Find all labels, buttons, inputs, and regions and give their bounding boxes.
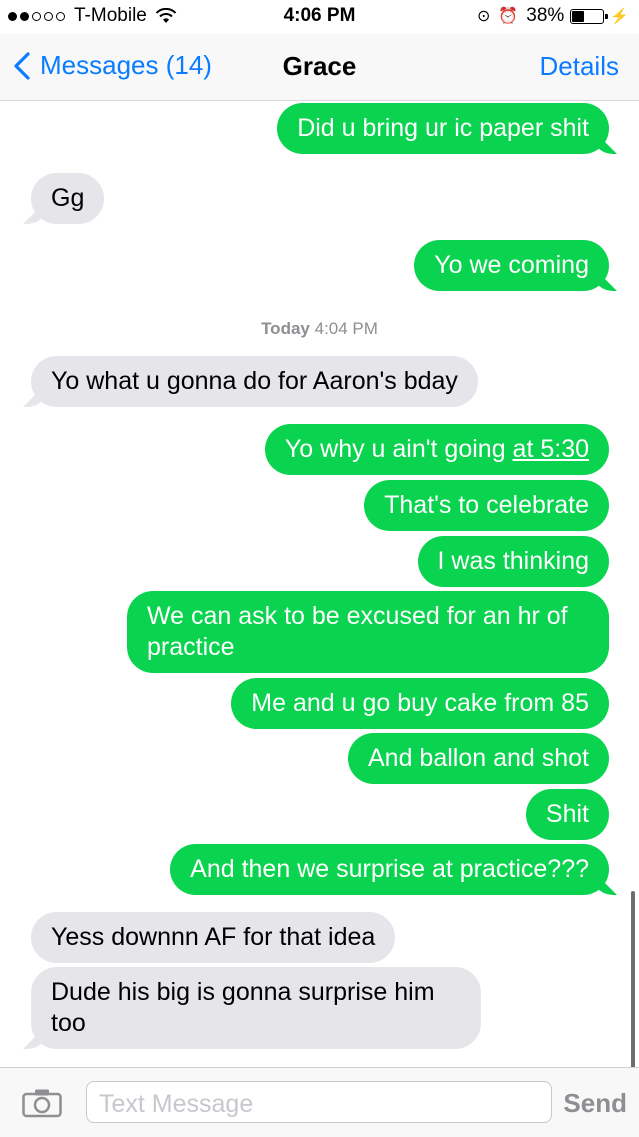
message-bubble-sent[interactable]: We can ask to be excused for an hr of pr… bbox=[127, 591, 609, 673]
nav-bar: Messages (14) Grace Details bbox=[0, 34, 639, 101]
timestamp-time: 4:04 PM bbox=[314, 319, 378, 338]
message-text: And then we surprise at practice??? bbox=[190, 855, 589, 883]
battery-percent: 38% bbox=[526, 5, 565, 26]
message-bubble-received[interactable]: Yo what u gonna do for Aaron's bday bbox=[31, 356, 478, 407]
message-bubble-sent[interactable]: That's to celebrate bbox=[364, 480, 609, 531]
message-text: Shit bbox=[545, 800, 589, 828]
message-thread[interactable]: Did u bring ur ic paper shit Gg Yo we co… bbox=[0, 101, 639, 1067]
message-bubble-sent[interactable]: Me and u go buy cake from 85 bbox=[231, 678, 609, 729]
alarm-icon: ⏰ bbox=[498, 8, 519, 25]
rotation-lock-icon: ⊙ bbox=[476, 8, 491, 25]
message-bubble-sent[interactable]: I was thinking bbox=[417, 536, 609, 587]
message-bubble-received[interactable]: Yess downnn AF for that idea bbox=[31, 912, 396, 963]
message-text: We can ask to be excused for an hr of pr… bbox=[147, 602, 568, 661]
message-text: Gg bbox=[51, 184, 85, 212]
message-text: Yess downnn AF for that idea bbox=[51, 923, 376, 951]
message-text: Yo what u gonna do for Aaron's bday bbox=[51, 367, 458, 395]
message-bubble-sent[interactable]: Yo we coming bbox=[414, 240, 609, 291]
message-text: Dude his big is gonna surprise him too bbox=[51, 978, 435, 1037]
message-bubble-sent[interactable]: Yo why u ain't going at 5:30 bbox=[264, 424, 609, 475]
message-text: Yo we coming bbox=[434, 251, 589, 279]
details-button[interactable]: Details bbox=[540, 51, 619, 82]
message-input[interactable]: Text Message bbox=[86, 1081, 552, 1123]
message-bubble-received[interactable]: Gg bbox=[31, 173, 105, 224]
camera-icon[interactable] bbox=[22, 1088, 62, 1118]
message-text: Yo why u ain't going bbox=[284, 435, 513, 463]
status-bar: T-Mobile 4:06 PM ⊙ ⏰ 38% ⚡ bbox=[0, 0, 639, 34]
message-text: I was thinking bbox=[437, 547, 589, 575]
input-bar: Text Message Send bbox=[0, 1067, 639, 1137]
battery-icon bbox=[570, 8, 609, 24]
message-bubble-sent[interactable]: And then we surprise at practice??? bbox=[170, 844, 609, 895]
status-right: ⊙ ⏰ 38% ⚡ bbox=[477, 5, 629, 27]
scrollbar[interactable] bbox=[631, 891, 635, 1067]
charging-bolt-icon: ⚡ bbox=[610, 8, 629, 25]
message-text: That's to celebrate bbox=[384, 491, 589, 519]
message-text: Did u bring ur ic paper shit bbox=[297, 114, 589, 142]
message-bubble-sent[interactable]: Did u bring ur ic paper shit bbox=[277, 103, 609, 154]
message-text: And ballon and shot bbox=[367, 744, 589, 772]
time-link[interactable]: at 5:30 bbox=[513, 435, 589, 463]
message-bubble-received[interactable]: Dude his big is gonna surprise him too bbox=[31, 967, 481, 1049]
timestamp: Today 4:04 PM bbox=[0, 319, 639, 339]
message-text: Me and u go buy cake from 85 bbox=[251, 689, 589, 717]
send-button[interactable]: Send bbox=[563, 1088, 627, 1119]
message-bubble-sent[interactable]: And ballon and shot bbox=[347, 733, 609, 784]
message-bubble-sent[interactable]: Shit bbox=[525, 789, 609, 840]
timestamp-day: Today bbox=[261, 319, 310, 338]
